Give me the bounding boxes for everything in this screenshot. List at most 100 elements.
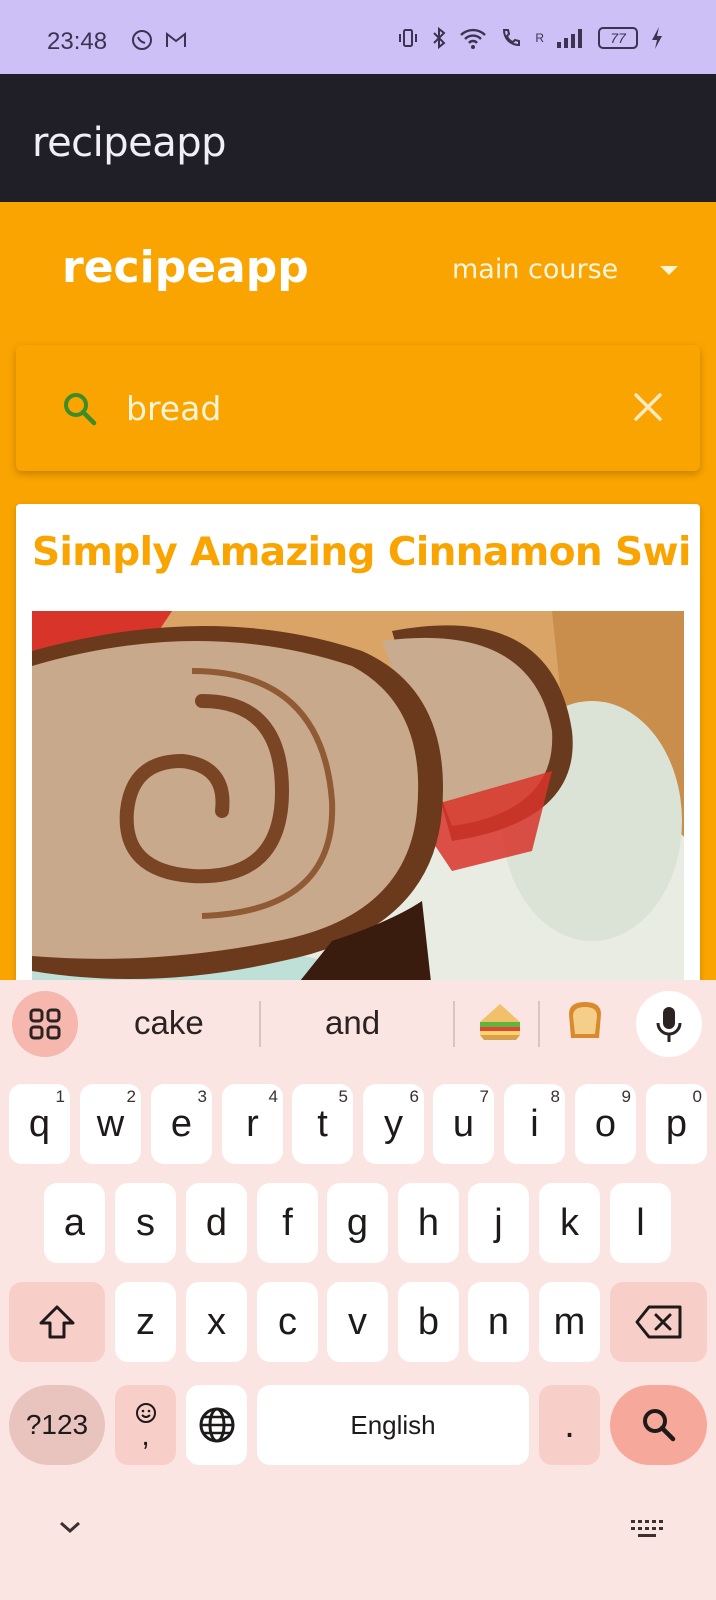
suggestion-divider [259,1001,261,1047]
signal-label: R [535,31,544,45]
key-label: e [170,1102,193,1145]
key-z[interactable]: z [115,1282,176,1362]
key-label: y [384,1102,403,1145]
key-n[interactable]: n [468,1282,529,1362]
key-hint: 0 [692,1087,702,1106]
key-t[interactable]: t5 [292,1084,353,1164]
key-a[interactable]: a [44,1183,105,1263]
key-m[interactable]: m [539,1282,600,1362]
key-label: ?123 [25,1409,89,1440]
key-l[interactable]: l [610,1183,671,1263]
battery-icon: 77 [598,27,638,49]
key-v[interactable]: v [327,1282,388,1362]
key-hint: 3 [197,1087,207,1106]
wifi-calling-icon [503,29,521,47]
backspace-icon [635,1305,681,1339]
cinnamon-bread-illustration [32,611,684,991]
key-label: b [417,1300,440,1343]
key-hint: 8 [550,1087,560,1106]
key-label: d [205,1201,228,1244]
recipe-image[interactable] [32,611,684,991]
suggestion-word-2[interactable]: and [325,1004,380,1042]
sandwich-emoji[interactable] [476,996,524,1044]
key-label: r [246,1102,259,1145]
gmail-icon [166,31,186,47]
recipe-card[interactable]: Simply Amazing Cinnamon Swir.. [16,504,700,1024]
key-hint: 1 [55,1087,65,1106]
charging-icon [652,27,662,49]
category-dropdown[interactable]: main course [452,244,688,294]
key-d[interactable]: d [186,1183,247,1263]
period-key[interactable]: . [539,1385,600,1465]
key-label: m [553,1300,586,1343]
app-bar: recipeapp [0,74,716,202]
search-bar [16,345,700,471]
key-label: s [136,1201,155,1244]
key-o[interactable]: o9 [575,1084,636,1164]
key-r[interactable]: r4 [222,1084,283,1164]
key-label: g [346,1201,369,1244]
key-hint: 5 [338,1087,348,1106]
brand-title: recipeapp [62,242,309,293]
key-hint: 4 [268,1087,278,1106]
app-bar-title: recipeapp [32,120,227,166]
key-p[interactable]: p0 [646,1084,707,1164]
shift-key[interactable] [9,1282,105,1362]
backspace-key[interactable] [610,1282,707,1362]
key-k[interactable]: k [539,1183,600,1263]
bread-emoji[interactable] [561,996,609,1044]
suggestion-strip: cake and [0,980,716,1068]
key-i[interactable]: i8 [504,1084,565,1164]
key-w[interactable]: w2 [80,1084,141,1164]
key-e[interactable]: e3 [151,1084,212,1164]
system-icons: R 77 [397,26,664,50]
suggestion-divider [453,1001,455,1047]
key-label: u [452,1102,475,1145]
key-u[interactable]: u7 [433,1084,494,1164]
key-j[interactable]: j [468,1183,529,1263]
key-h[interactable]: h [398,1183,459,1263]
key-label: o [594,1102,617,1145]
key-label: w [96,1102,125,1145]
emoji-comma-key[interactable]: , [115,1385,176,1465]
symbols-key[interactable]: ?123 [9,1385,105,1465]
key-label: z [136,1300,155,1343]
whatsapp-icon [132,30,152,50]
keyboard-search-key[interactable] [610,1385,707,1465]
key-label: . [564,1403,575,1446]
vibrate-icon [399,29,418,47]
key-label: p [665,1102,688,1145]
category-selected-value: main course [452,253,619,285]
search-icon[interactable] [60,389,100,429]
main-content: recipeapp main course Simply Amazing Cin… [0,202,716,1024]
status-time: 23:48 [47,28,108,55]
caret-down-icon [660,266,678,275]
microphone-button[interactable] [636,991,702,1057]
suggestion-word-1[interactable]: cake [134,1004,204,1042]
key-label: n [487,1300,510,1343]
keyboard-icon[interactable] [630,1518,664,1540]
soft-keyboard: cake and q1 w2 e3 r4 t5 y6 u7 i8 o9 p0 a… [0,980,716,1600]
key-f[interactable]: f [257,1183,318,1263]
grid-icon [29,1008,61,1040]
key-x[interactable]: x [186,1282,247,1362]
key-s[interactable]: s [115,1183,176,1263]
notification-icons [130,28,188,52]
key-y[interactable]: y6 [363,1084,424,1164]
globe-icon [199,1407,234,1443]
search-input[interactable] [126,383,606,433]
spacebar[interactable]: English [257,1385,529,1465]
key-hint: 2 [126,1087,136,1106]
language-key[interactable] [186,1385,247,1465]
key-hint: 6 [409,1087,419,1106]
close-icon[interactable] [630,389,666,425]
chevron-down-icon[interactable] [58,1518,82,1536]
key-label: , [141,1419,150,1452]
key-g[interactable]: g [327,1183,388,1263]
key-label: q [28,1102,51,1145]
key-q[interactable]: q1 [9,1084,70,1164]
signal-icon [557,29,582,48]
key-b[interactable]: b [398,1282,459,1362]
key-c[interactable]: c [257,1282,318,1362]
keyboard-menu-button[interactable] [12,991,78,1057]
